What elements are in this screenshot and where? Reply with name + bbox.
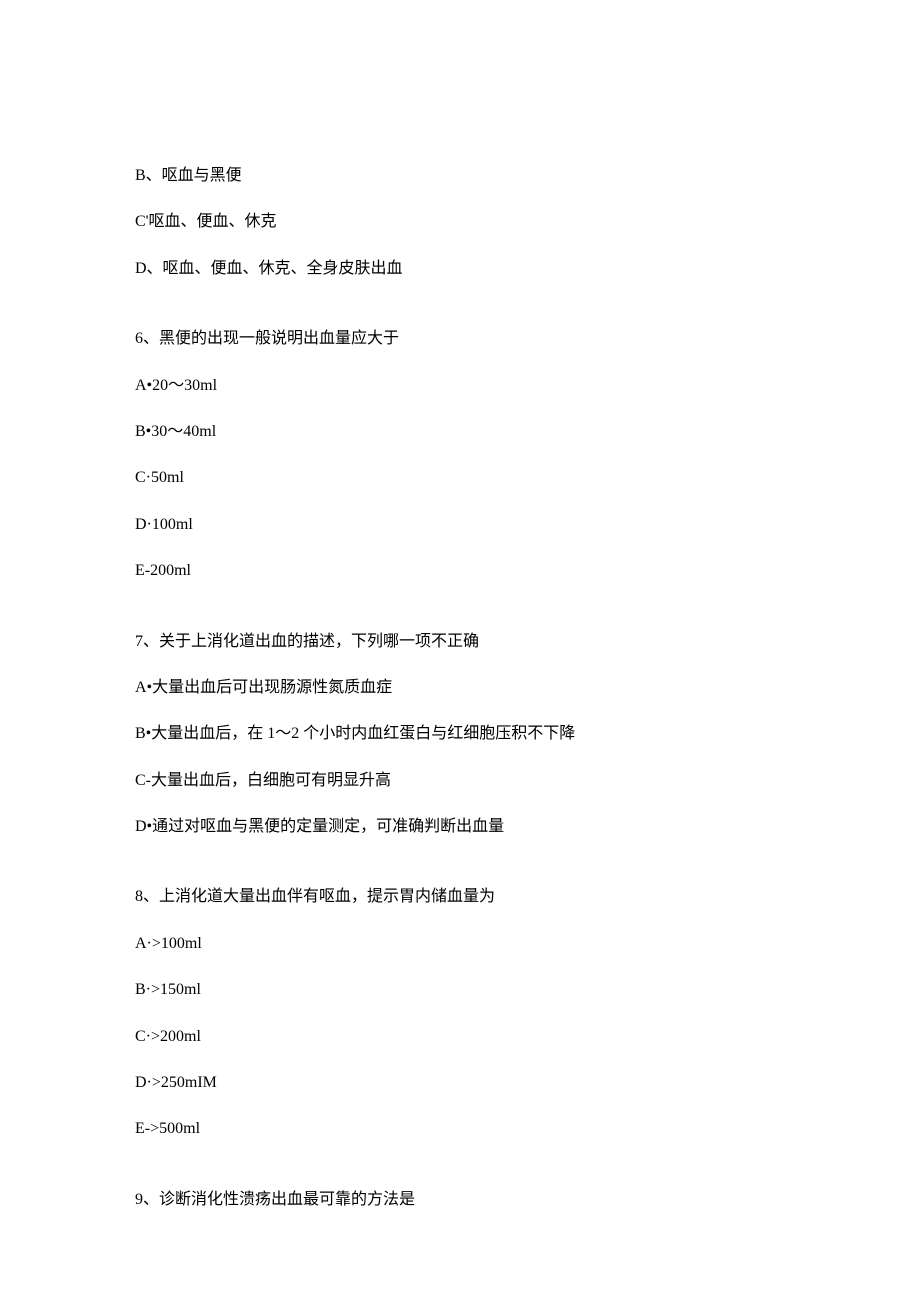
question-line: 6、黑便的出现一般说明出血量应大于 xyxy=(135,328,785,350)
text-line: C·50ml xyxy=(135,467,785,489)
text-line: B•30～40ml xyxy=(135,421,785,443)
text-line: B、呕血与黑便 xyxy=(135,165,785,187)
text-line: C·>200ml xyxy=(135,1026,785,1048)
text-line: C'呕血、便血、休克 xyxy=(135,211,785,233)
text-line: D·100ml xyxy=(135,514,785,536)
text-line: B·>150ml xyxy=(135,979,785,1001)
text-line: C-大量出血后，白细胞可有明显升高 xyxy=(135,770,785,792)
text-line: D·>250mIM xyxy=(135,1072,785,1094)
text-line: A·>100ml xyxy=(135,933,785,955)
text-line: B•大量出血后，在 1～2 个小时内血红蛋白与红细胞压积不下降 xyxy=(135,723,785,745)
text-line: E->500ml xyxy=(135,1118,785,1140)
question-line: 9、诊断消化性溃疡出血最可靠的方法是 xyxy=(135,1189,785,1211)
text-line: A•大量出血后可出现肠源性氮质血症 xyxy=(135,677,785,699)
question-line: 7、关于上消化道出血的描述，下列哪一项不正确 xyxy=(135,631,785,653)
question-line: 8、上消化道大量出血伴有呕血，提示胃内储血量为 xyxy=(135,886,785,908)
document-page: B、呕血与黑便 C'呕血、便血、休克 D、呕血、便血、休克、全身皮肤出血 6、黑… xyxy=(0,0,920,1211)
text-line: E-200ml xyxy=(135,560,785,582)
text-line: D•通过对呕血与黑便的定量测定，可准确判断出血量 xyxy=(135,816,785,838)
text-line: D、呕血、便血、休克、全身皮肤出血 xyxy=(135,258,785,280)
text-line: A•20～30ml xyxy=(135,375,785,397)
